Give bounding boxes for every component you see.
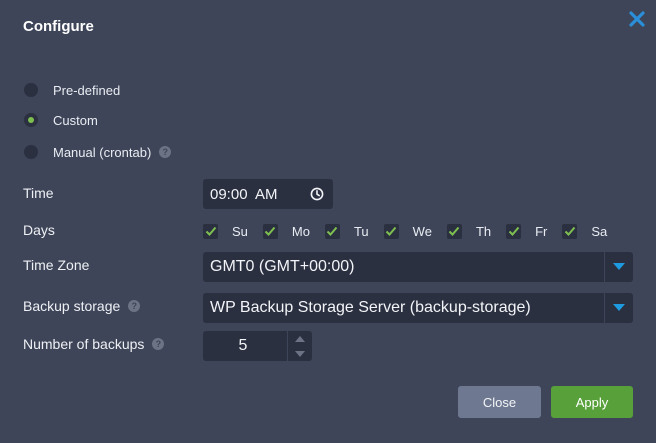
day-label-tu: Tu: [353, 223, 369, 239]
day-label-th: Th: [475, 223, 492, 239]
time-label: Time: [23, 185, 54, 201]
stepper-buttons: [287, 331, 312, 361]
stepper-up-icon[interactable]: [288, 331, 312, 346]
day-label-sa: Sa: [591, 223, 608, 239]
day-sunday[interactable]: Su: [203, 223, 248, 239]
radio-predefined[interactable]: Pre-defined: [24, 81, 120, 99]
backup-storage-label-text: Backup storage: [23, 298, 121, 314]
radio-custom[interactable]: Custom: [24, 111, 98, 129]
radio-custom-label: Custom: [53, 112, 98, 128]
day-label-fr: Fr: [535, 223, 548, 239]
radio-manual-crontab[interactable]: Manual (crontab) ?: [24, 143, 172, 161]
checkbox-thursday[interactable]: [446, 223, 462, 239]
day-label-su: Su: [232, 223, 248, 239]
day-tuesday[interactable]: Tu: [324, 223, 369, 239]
time-input[interactable]: 09:00 AM: [203, 179, 333, 209]
number-of-backups-label: Number of backups ?: [23, 336, 165, 352]
number-of-backups-stepper[interactable]: 5: [203, 331, 312, 361]
time-value: 09:00 AM: [210, 185, 278, 203]
day-saturday[interactable]: Sa: [562, 223, 608, 239]
close-button[interactable]: Close: [458, 386, 541, 418]
checkbox-monday[interactable]: [262, 223, 278, 239]
checkbox-wednesday[interactable]: [383, 223, 399, 239]
day-monday[interactable]: Mo: [262, 223, 310, 239]
chevron-down-icon[interactable]: [604, 293, 633, 323]
help-icon[interactable]: ?: [159, 146, 172, 158]
close-x-icon[interactable]: [627, 9, 647, 29]
days-label: Days: [23, 222, 55, 238]
checkbox-tuesday[interactable]: [324, 223, 340, 239]
day-wednesday[interactable]: We: [383, 223, 432, 239]
help-icon[interactable]: ?: [152, 338, 165, 350]
clock-icon[interactable]: [310, 187, 324, 205]
number-of-backups-value: 5: [238, 337, 248, 354]
checkbox-sunday[interactable]: [203, 223, 218, 239]
day-friday[interactable]: Fr: [506, 223, 548, 239]
checkbox-friday[interactable]: [506, 223, 522, 239]
configure-dialog: Configure Pre-defined Custom Manual (cro…: [0, 0, 656, 443]
timezone-value: GMT0 (GMT+00:00): [210, 258, 355, 275]
backup-storage-value: WP Backup Storage Server (backup-storage…: [210, 299, 531, 316]
dialog-title: Configure: [23, 18, 94, 35]
radio-custom-circle[interactable]: [24, 113, 38, 127]
day-label-mo: Mo: [291, 223, 310, 239]
radio-predefined-label: Pre-defined: [53, 82, 121, 98]
day-thursday[interactable]: Th: [446, 223, 492, 239]
help-icon[interactable]: ?: [128, 300, 141, 312]
checkbox-saturday[interactable]: [562, 223, 578, 239]
backup-storage-label: Backup storage ?: [23, 298, 141, 314]
timezone-select[interactable]: GMT0 (GMT+00:00): [203, 252, 633, 282]
days-checkbox-group: Su Mo Tu We Th Fr Sa: [203, 222, 607, 240]
stepper-down-icon[interactable]: [288, 346, 312, 361]
day-label-we: We: [412, 223, 432, 239]
apply-button[interactable]: Apply: [551, 386, 633, 418]
radio-manual-circle[interactable]: [24, 145, 38, 159]
timezone-label: Time Zone: [23, 257, 90, 273]
chevron-down-icon[interactable]: [604, 252, 633, 282]
backup-storage-select[interactable]: WP Backup Storage Server (backup-storage…: [203, 293, 633, 323]
radio-manual-label: Manual (crontab): [53, 144, 152, 160]
radio-predefined-circle[interactable]: [24, 83, 38, 97]
number-of-backups-label-text: Number of backups: [23, 336, 145, 352]
